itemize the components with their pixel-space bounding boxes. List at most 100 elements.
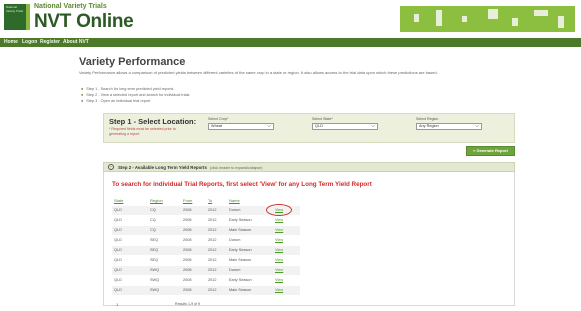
nav-about[interactable]: About NVT [63, 39, 89, 45]
column-header-state[interactable]: State [114, 198, 123, 203]
cell-name: Main Season [229, 288, 252, 292]
cell-from: 2008 [183, 218, 192, 222]
cell-state: QLD [114, 258, 122, 262]
cell-name: Durum [229, 208, 241, 212]
cell-to: 2012 [208, 208, 217, 212]
logo-stripe [26, 4, 30, 30]
crop-label: Select Crop* [208, 117, 229, 121]
cell-name: Main Season [229, 228, 252, 232]
cell-region: SWQ [150, 278, 160, 282]
page-title: Variety Performance [79, 56, 186, 68]
logo-text: National Variety Trials [6, 5, 24, 13]
cell-state: QLD [114, 288, 122, 292]
view-report-link[interactable]: View [275, 238, 283, 242]
cell-region: SWQ [150, 268, 160, 272]
cell-from: 2008 [183, 248, 192, 252]
view-report-link[interactable]: View [275, 248, 283, 252]
view-report-link[interactable]: View [275, 278, 283, 282]
page-description: Variety Performance allows a comparison … [79, 70, 438, 75]
cell-region: CQ [150, 218, 156, 222]
cell-region: CQ [150, 208, 156, 212]
required-fields-note: * Required fields must be selected prior… [109, 127, 176, 136]
table-row: QLD SWQ 2008 2012 Early Season View [112, 276, 300, 285]
region-label: Select Region [416, 117, 439, 121]
table-row: QLD CQ 2008 2012 Main Season View [112, 226, 300, 235]
cell-state: QLD [114, 238, 122, 242]
chevron-down-icon: ⌵ [371, 123, 375, 129]
region-select-value: Any Region [419, 124, 439, 128]
instruction-text: To search for individual Trial Reports, … [112, 181, 372, 188]
cell-from: 2008 [183, 258, 192, 262]
cell-from: 2008 [183, 268, 192, 272]
step1-title: Step 1 - Select Location: [109, 117, 197, 126]
cell-name: Durum [229, 268, 241, 272]
cell-name: Early Season [229, 278, 252, 282]
view-report-link[interactable]: View [275, 228, 283, 232]
cell-to: 2012 [208, 218, 217, 222]
cell-from: 2008 [183, 208, 192, 212]
state-select-value: QLD [315, 124, 323, 128]
nav-home[interactable]: Home [4, 39, 18, 45]
region-select[interactable]: Any Region ⌵ [416, 123, 482, 130]
cell-from: 2008 [183, 278, 192, 282]
nav-logon[interactable]: Logon [22, 39, 37, 45]
view-report-link[interactable]: View [275, 268, 283, 272]
header-banner-graphic [400, 6, 575, 32]
cell-state: QLD [114, 208, 122, 212]
nav-register[interactable]: Register [40, 39, 60, 45]
cell-name: Early Season [229, 248, 252, 252]
table-row: QLD CQ 2008 2012 Early Season View [112, 216, 300, 225]
table-row: QLD SEQ 2008 2012 Durum View [112, 236, 300, 245]
cell-state: QLD [114, 218, 122, 222]
cell-to: 2012 [208, 228, 217, 232]
pagination-page-1[interactable]: 1 [116, 302, 118, 307]
cell-name: Main Season [229, 258, 252, 262]
cell-to: 2012 [208, 268, 217, 272]
crop-select[interactable]: Wheat ⌵ [208, 123, 274, 130]
cell-name: Early Season [229, 218, 252, 222]
brand-title: NVT Online [34, 11, 134, 32]
column-header-to[interactable]: To [208, 198, 212, 203]
table-row: QLD SEQ 2008 2012 Early Season View [112, 246, 300, 255]
cell-to: 2012 [208, 248, 217, 252]
cell-state: QLD [114, 268, 122, 272]
column-header-from[interactable]: From [183, 198, 192, 203]
cell-region: SEQ [150, 238, 159, 242]
chevron-down-icon: ⌵ [475, 123, 479, 129]
step2-header[interactable]: − Step 2 - Available Long Term Yield Rep… [103, 162, 515, 172]
table-row: QLD SWQ 2008 2012 Durum View [112, 266, 300, 275]
view-report-link[interactable]: View [275, 288, 283, 292]
chevron-down-icon: ⌵ [267, 123, 271, 129]
cell-state: QLD [114, 278, 122, 282]
table-row: QLD SWQ 2008 2012 Main Season View [112, 286, 300, 295]
view-report-link[interactable]: View [275, 258, 283, 262]
step2-title: Step 2 - Available Long Term Yield Repor… [118, 165, 262, 170]
cell-to: 2012 [208, 278, 217, 282]
view-report-link[interactable]: View [275, 218, 283, 222]
cell-state: QLD [114, 248, 122, 252]
cell-from: 2008 [183, 228, 192, 232]
step1-location-panel: Step 1 - Select Location: * Required fie… [103, 113, 515, 143]
step-instruction-2: Step 2 - View a selected report and sear… [81, 93, 189, 97]
highlight-circle [266, 204, 292, 216]
nvt-logo[interactable]: National Variety Trials [4, 4, 26, 30]
cell-to: 2012 [208, 288, 217, 292]
step-instruction-1: Step 1 - Search for long term predicted … [81, 87, 173, 91]
brand-subtitle: National Variety Trials [34, 3, 107, 10]
collapse-icon[interactable]: − [108, 164, 114, 170]
cell-region: SWQ [150, 288, 160, 292]
step-instruction-3: Step 3 - Open an individual trial report [81, 99, 150, 103]
column-header-name[interactable]: Name [229, 198, 240, 203]
step2-hint: (click header to expand/collapse) [209, 166, 263, 170]
state-select[interactable]: QLD ⌵ [312, 123, 378, 130]
column-header-region[interactable]: Region [150, 198, 163, 203]
cell-region: SEQ [150, 248, 159, 252]
cell-region: CQ [150, 228, 156, 232]
site-header: National Variety Trials National Variety… [0, 0, 581, 38]
cell-to: 2012 [208, 238, 217, 242]
cell-to: 2012 [208, 258, 217, 262]
cell-from: 2008 [183, 238, 192, 242]
crop-select-value: Wheat [211, 124, 222, 128]
generate-report-button[interactable]: » Generate Report [466, 146, 515, 156]
table-row: QLD SEQ 2008 2012 Main Season View [112, 256, 300, 265]
